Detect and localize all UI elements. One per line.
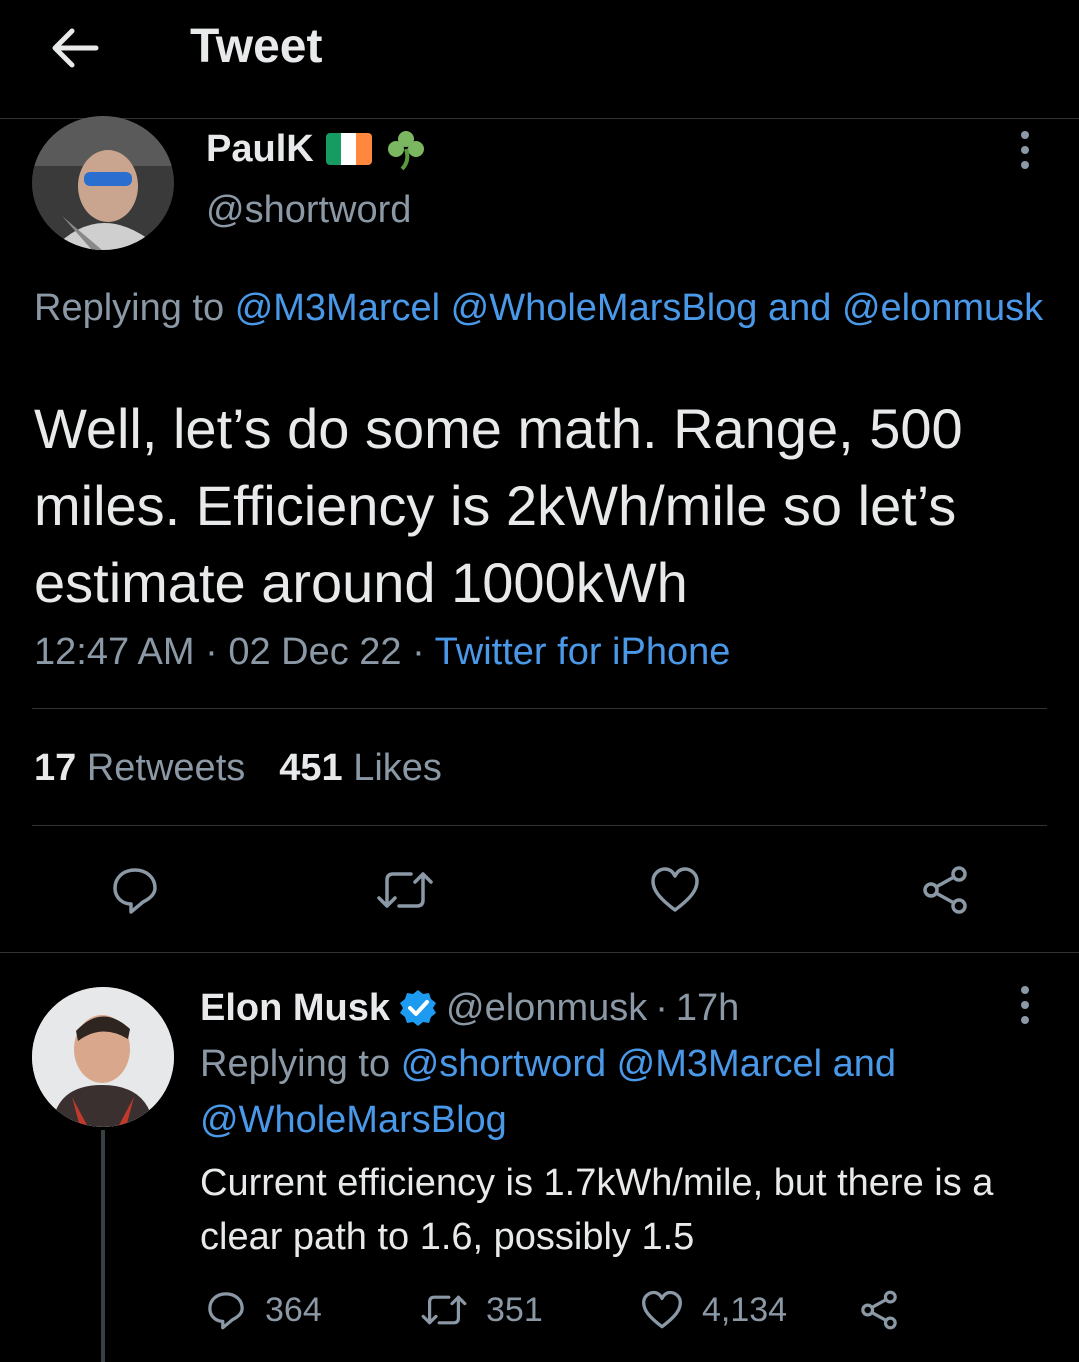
mention-link[interactable]: @elonmusk — [842, 287, 1043, 329]
mention-link[interactable]: @shortword — [401, 1043, 606, 1085]
share-button[interactable] — [858, 1285, 900, 1335]
ireland-flag-icon — [325, 133, 372, 165]
retweets-count: 17 — [34, 747, 77, 789]
mention-link[interactable]: @WholeMarsBlog — [200, 1099, 507, 1141]
retweet-button[interactable]: 351 — [420, 1285, 543, 1335]
mention-link[interactable]: @M3Marcel — [235, 287, 440, 329]
more-icon — [1021, 131, 1029, 169]
tweet-age[interactable]: 17h — [676, 985, 739, 1031]
more-options-button[interactable] — [1005, 120, 1045, 180]
author-name-text: PaulK — [206, 128, 314, 170]
tweet-time[interactable]: 12:47 AM — [34, 631, 195, 673]
author-name[interactable]: PaulK — [206, 127, 428, 171]
retweets-label: Retweets — [86, 747, 246, 789]
meta-separator: · — [655, 987, 668, 1029]
share-icon — [923, 866, 967, 914]
tweet-text: Current efficiency is 1.7kWh/mile, but t… — [200, 1162, 994, 1258]
replying-to: Replying to @shortword @M3Marcel and @Wh… — [200, 1036, 1020, 1148]
avatar-photo — [32, 987, 174, 1127]
avatar[interactable] — [32, 987, 174, 1127]
author-handle[interactable]: @shortword — [206, 187, 411, 233]
retweet-count: 351 — [486, 1290, 543, 1329]
like-count: 4,134 — [702, 1290, 788, 1329]
avatar[interactable] — [32, 116, 174, 250]
engagement-stats: 17 Retweets 451 Likes — [34, 745, 442, 791]
tweet-date[interactable]: 02 Dec 22 — [228, 631, 401, 673]
avatar-photo — [32, 116, 174, 250]
replying-and[interactable]: and — [768, 287, 831, 329]
likes-stat[interactable]: 451 Likes — [279, 747, 442, 789]
like-button[interactable]: 4,134 — [640, 1285, 787, 1335]
retweet-button[interactable] — [365, 850, 445, 930]
retweet-icon — [421, 1295, 467, 1325]
meta-separator: · — [412, 631, 425, 673]
replying-and[interactable]: and — [833, 1043, 896, 1085]
like-icon — [642, 1290, 682, 1329]
share-button[interactable] — [905, 850, 985, 930]
replying-to-prefix: Replying to — [34, 287, 225, 329]
replying-to-prefix: Replying to — [200, 1043, 391, 1085]
meta-separator: · — [205, 631, 218, 673]
tweet-source-link[interactable]: Twitter for iPhone — [435, 631, 731, 673]
reply-icon — [113, 868, 157, 914]
verified-badge-icon — [400, 990, 437, 1026]
replying-to: Replying to @M3Marcel @WholeMarsBlog and… — [34, 280, 1044, 336]
author-name[interactable]: Elon Musk — [200, 985, 390, 1031]
likes-count: 451 — [279, 747, 343, 789]
divider — [32, 825, 1047, 826]
back-button[interactable] — [44, 20, 104, 76]
back-arrow-icon — [52, 28, 99, 68]
mention-link[interactable]: @M3Marcel — [617, 1043, 822, 1085]
likes-label: Likes — [353, 747, 442, 789]
reply-button[interactable]: 364 — [205, 1285, 322, 1335]
like-icon — [651, 867, 699, 912]
shamrock-icon — [387, 131, 424, 171]
divider — [32, 708, 1047, 709]
tweet-meta: 12:47 AM · 02 Dec 22 · Twitter for iPhon… — [34, 628, 730, 676]
mention-link[interactable]: @WholeMarsBlog — [451, 287, 758, 329]
like-button[interactable] — [635, 850, 715, 930]
share-icon — [861, 1290, 897, 1330]
author-handle[interactable]: @elonmusk — [446, 985, 647, 1031]
retweets-stat[interactable]: 17 Retweets — [34, 747, 245, 789]
reply-count: 364 — [265, 1290, 322, 1329]
more-icon — [1021, 986, 1029, 1024]
reply-icon — [208, 1292, 244, 1330]
retweet-icon — [377, 872, 433, 908]
divider — [0, 952, 1079, 953]
tweet-text: Well, let’s do some math. Range, 500 mil… — [34, 397, 963, 614]
page-title: Tweet — [190, 20, 323, 73]
thread-line — [101, 1130, 105, 1362]
more-options-button[interactable] — [1005, 975, 1045, 1035]
reply-button[interactable] — [95, 850, 175, 930]
reply-author-row: Elon Musk @elonmusk · 17h — [200, 985, 739, 1031]
top-bar — [0, 0, 1079, 119]
